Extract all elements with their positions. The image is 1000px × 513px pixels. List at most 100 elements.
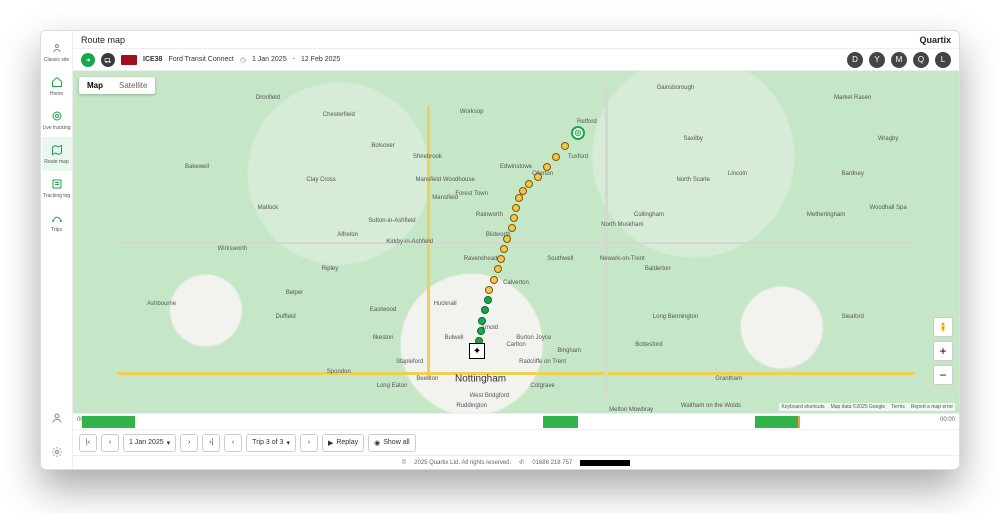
timeline-trip-block[interactable] xyxy=(543,416,578,428)
map-place-label: Saxilby xyxy=(684,136,703,142)
route-point[interactable] xyxy=(484,296,492,304)
map-place-label: Dronfield xyxy=(256,95,280,101)
next-trip-button[interactable]: › xyxy=(300,434,318,452)
attrib-terms[interactable]: Terms xyxy=(891,404,905,410)
vehicle-status-chip[interactable] xyxy=(81,53,95,67)
map-controls: + − xyxy=(933,317,953,385)
map-place-label: Chesterfield xyxy=(323,112,355,118)
page-title: Route map xyxy=(81,35,125,45)
show-all-button[interactable]: ◉Show all xyxy=(368,434,416,452)
last-day-button[interactable]: ›| xyxy=(202,434,220,452)
sidebar-item-trackinglog[interactable]: Tracking log xyxy=(42,171,72,205)
footer: © 2025 Quartix Ltd. All rights reserved.… xyxy=(73,455,959,469)
route-point[interactable] xyxy=(561,142,569,150)
trip-picker[interactable]: Trip 3 of 3 ▾ xyxy=(246,434,296,452)
route-point[interactable] xyxy=(485,286,493,294)
sidebar-item-label: Live tracking xyxy=(42,125,70,131)
route-point[interactable] xyxy=(510,214,518,222)
footer-phone: 01686 218 757 xyxy=(532,460,572,466)
map-type-satellite[interactable]: Satellite xyxy=(111,77,155,94)
map-place-label: Long Bennington xyxy=(653,314,698,320)
map-place-label: North Scarle xyxy=(677,177,710,183)
zoom-in-button[interactable]: + xyxy=(933,341,953,361)
prev-trip-button[interactable]: ‹ xyxy=(224,434,242,452)
map-place-label: Alfreton xyxy=(337,232,358,238)
map-place-label: Bulwell xyxy=(444,335,463,341)
map-attribution: Keyboard shortcuts Map data ©2025 Google… xyxy=(779,403,955,411)
attrib-report[interactable]: Report a map error xyxy=(911,404,953,410)
map-place-label: Radcliffe on Trent xyxy=(519,359,566,365)
sidebar-account[interactable] xyxy=(42,401,72,435)
route-point[interactable] xyxy=(543,163,551,171)
route-point[interactable] xyxy=(525,180,533,188)
map-place-label: Ripley xyxy=(322,266,339,272)
timeline[interactable]: 00:00 00:00 xyxy=(73,413,959,429)
map-place-label: Melton Mowbray xyxy=(609,407,653,413)
route-point[interactable] xyxy=(512,204,520,212)
timeline-trip-block[interactable] xyxy=(755,416,799,428)
vehicle-icon xyxy=(121,55,137,65)
sidebar-item-classic[interactable]: Classic site xyxy=(42,35,72,69)
map-place-label: Eastwood xyxy=(370,307,396,313)
header-btn-4[interactable]: L xyxy=(935,52,951,68)
route-point[interactable] xyxy=(481,306,489,314)
vehicle-id: ICE38 xyxy=(143,56,162,63)
route-start-marker[interactable]: ◎ xyxy=(571,126,585,140)
route-point[interactable] xyxy=(503,235,511,243)
route-point[interactable] xyxy=(497,255,505,263)
map-place-label: Market Rasen xyxy=(834,95,871,101)
topbar: Route map Quartix xyxy=(73,31,959,49)
sidebar-item-home[interactable]: Home xyxy=(42,69,72,103)
map-type-map[interactable]: Map xyxy=(79,77,111,94)
attrib-shortcuts[interactable]: Keyboard shortcuts xyxy=(781,404,824,410)
pegman-icon[interactable] xyxy=(933,317,953,337)
route-point[interactable] xyxy=(500,245,508,253)
route-point[interactable] xyxy=(478,317,486,325)
timeline-trip-block[interactable] xyxy=(82,416,135,428)
header-btn-1[interactable]: Y xyxy=(869,52,885,68)
trips-icon xyxy=(50,211,64,225)
map-place-label: Carlton xyxy=(506,342,525,348)
map-place-label: Wirksworth xyxy=(218,246,248,252)
map-place-label: Forest Town xyxy=(455,191,488,197)
map-place-label: Ashbourne xyxy=(147,301,176,307)
sidebar-item-label: Home xyxy=(50,91,63,97)
footer-redacted xyxy=(580,460,630,466)
map-icon xyxy=(50,143,64,157)
sidebar-item-live[interactable]: Live tracking xyxy=(42,103,72,137)
route-point[interactable] xyxy=(477,327,485,335)
sidebar-item-trips[interactable]: Trips xyxy=(42,205,72,239)
route-point[interactable] xyxy=(490,276,498,284)
clock-icon: ◷ xyxy=(240,56,246,64)
map-place-label: Sutton-in-Ashfield xyxy=(368,218,415,224)
next-day-button[interactable]: › xyxy=(180,434,198,452)
header-btn-2[interactable]: M xyxy=(891,52,907,68)
map-place-label: Stapleford xyxy=(396,359,423,365)
header-btn-0[interactable]: D xyxy=(847,52,863,68)
route-point[interactable] xyxy=(508,224,516,232)
zoom-out-button[interactable]: − xyxy=(933,365,953,385)
map-place-label: Bakewell xyxy=(185,164,209,170)
route-point[interactable] xyxy=(515,194,523,202)
map-place-label: Bingham xyxy=(557,348,581,354)
map-place-label: Hucknall xyxy=(434,301,457,307)
prev-day-button[interactable]: ‹ xyxy=(101,434,119,452)
timeline-end: 00:00 xyxy=(940,417,955,423)
sidebar-settings[interactable] xyxy=(42,435,72,469)
route-point[interactable] xyxy=(494,265,502,273)
header-btn-3[interactable]: Q xyxy=(913,52,929,68)
map-place-label: Ruddington xyxy=(456,403,487,409)
log-icon xyxy=(50,177,64,191)
route-point[interactable] xyxy=(552,153,560,161)
map-canvas[interactable]: Map Satellite + − Keyboard shortcuts Map… xyxy=(73,71,959,413)
footer-copyright: 2025 Quartix Ltd. All rights reserved. xyxy=(414,460,511,466)
map-place-label: Metheringham xyxy=(807,212,845,218)
replay-button[interactable]: ▶Replay xyxy=(322,434,364,452)
map-place-label: Bolsover xyxy=(371,143,394,149)
date-picker[interactable]: 1 Jan 2025 ▾ xyxy=(123,434,176,452)
route-point[interactable] xyxy=(534,173,542,181)
sidebar-item-routemap[interactable]: Route map xyxy=(42,137,72,171)
vehicle-type-chip[interactable] xyxy=(101,53,115,67)
first-day-button[interactable]: |‹ xyxy=(79,434,97,452)
route-end-marker[interactable]: ✦ xyxy=(469,343,485,359)
